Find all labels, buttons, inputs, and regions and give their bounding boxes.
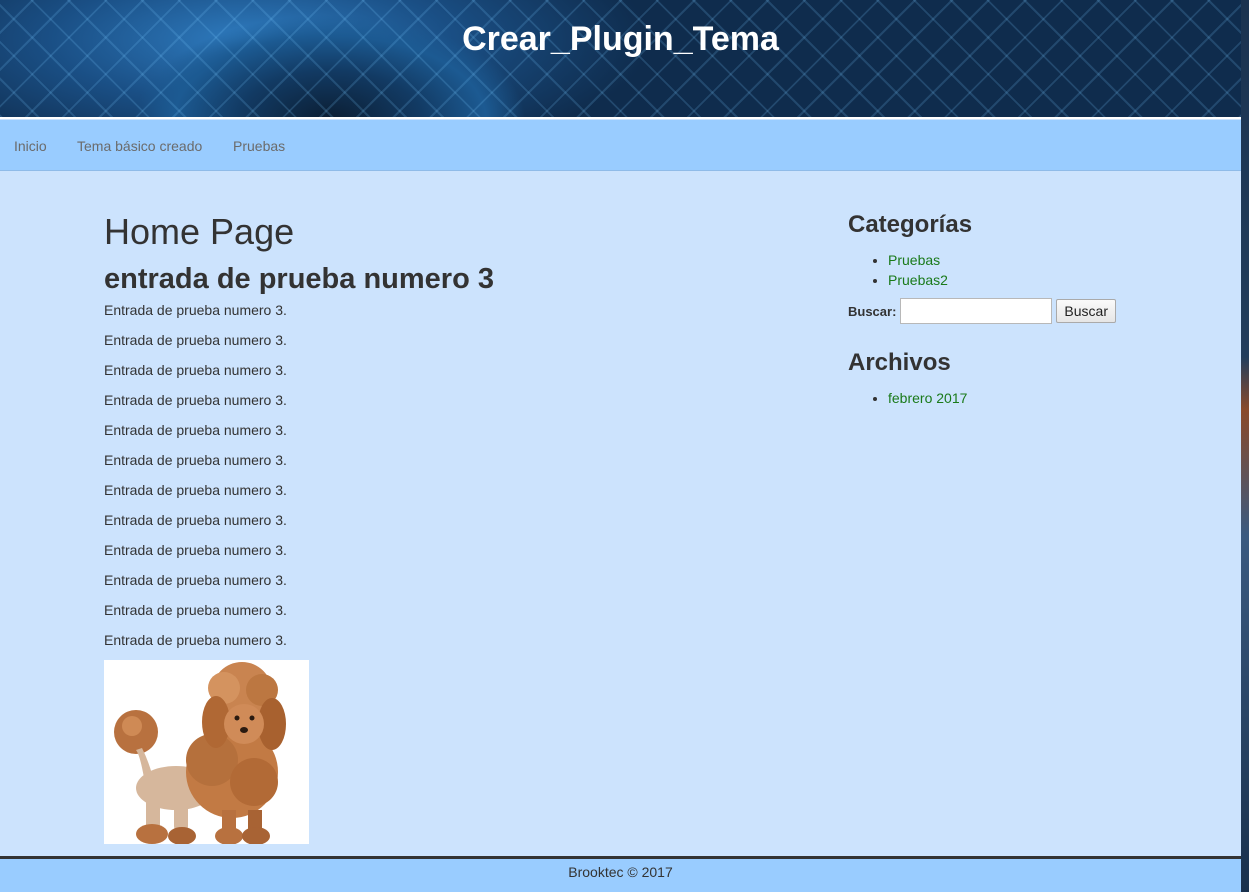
post-paragraph: Entrada de prueba numero 3. — [104, 542, 287, 558]
page-title: Home Page — [104, 211, 295, 252]
categories-list: Pruebas Pruebas2 — [848, 250, 1178, 290]
search-label: Buscar: — [848, 303, 897, 319]
list-item: febrero 2017 — [888, 388, 1178, 408]
post-paragraph: Entrada de prueba numero 3. — [104, 392, 287, 408]
category-link-pruebas[interactable]: Pruebas — [888, 252, 940, 268]
post-paragraph: Entrada de prueba numero 3. — [104, 482, 287, 498]
post-body: Entrada de prueba numero 3. Entrada de p… — [104, 302, 804, 648]
desktop-edge — [1241, 0, 1249, 892]
site-header: Crear_Plugin_Tema — [0, 0, 1241, 119]
search-button[interactable]: Buscar — [1056, 299, 1116, 323]
list-item: Pruebas — [888, 250, 1178, 270]
search-form: Buscar: Buscar — [848, 298, 1178, 324]
main-navigation: Inicio Tema básico creado Pruebas — [0, 120, 1241, 171]
post-paragraph: Entrada de prueba numero 3. — [104, 602, 287, 618]
post-paragraph: Entrada de prueba numero 3. — [104, 362, 287, 378]
sidebar: Categorías Pruebas Pruebas2 Buscar: Busc… — [848, 210, 1178, 408]
nav-item-inicio[interactable]: Inicio — [14, 138, 47, 154]
categories-widget: Categorías Pruebas Pruebas2 — [848, 210, 1178, 290]
main-content: Home Page entrada de prueba numero 3 Ent… — [104, 210, 804, 844]
archives-list: febrero 2017 — [848, 388, 1178, 408]
post-title[interactable]: entrada de prueba numero 3 — [104, 262, 804, 296]
archives-title: Archivos — [848, 349, 951, 376]
post-paragraph: Entrada de prueba numero 3. — [104, 332, 287, 348]
search-input[interactable] — [900, 298, 1053, 324]
site-footer: Brooktec © 2017 — [0, 856, 1241, 892]
nav-item-pruebas[interactable]: Pruebas — [233, 138, 285, 154]
category-link-pruebas2[interactable]: Pruebas2 — [888, 272, 948, 288]
post-paragraph: Entrada de prueba numero 3. — [104, 572, 287, 588]
categories-title: Categorías — [848, 211, 973, 238]
archives-widget: Archivos febrero 2017 — [848, 348, 1178, 408]
post-paragraph: Entrada de prueba numero 3. — [104, 632, 287, 648]
post-paragraph: Entrada de prueba numero 3. — [104, 422, 287, 438]
poodle-image — [104, 660, 309, 844]
list-item: Pruebas2 — [888, 270, 1178, 290]
poodle-illustration — [104, 660, 309, 844]
footer-text: Brooktec © 2017 — [568, 864, 673, 880]
post-paragraph: Entrada de prueba numero 3. — [104, 512, 287, 528]
archive-link-febrero-2017[interactable]: febrero 2017 — [888, 390, 967, 406]
post-paragraph: Entrada de prueba numero 3. — [104, 302, 287, 318]
post-paragraph: Entrada de prueba numero 3. — [104, 452, 287, 468]
site-title[interactable]: Crear_Plugin_Tema — [0, 20, 1241, 59]
page: Crear_Plugin_Tema Inicio Tema básico cre… — [0, 0, 1241, 892]
nav-item-tema-basico[interactable]: Tema básico creado — [77, 138, 202, 154]
